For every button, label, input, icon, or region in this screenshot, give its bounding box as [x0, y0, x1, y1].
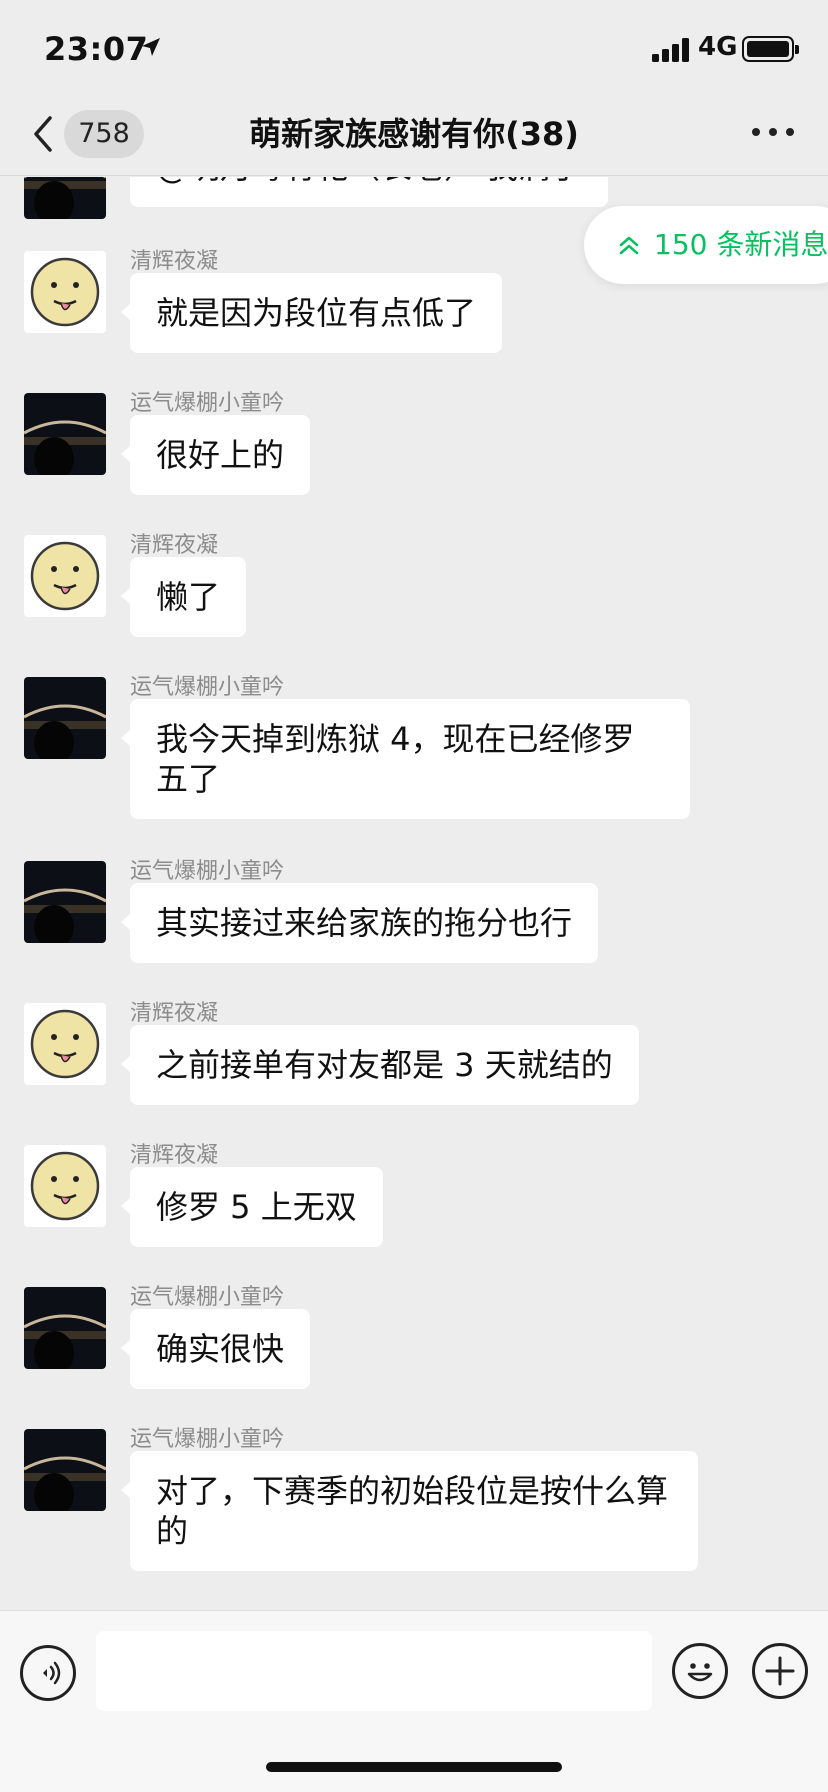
emoji-icon[interactable]: [672, 1643, 728, 1699]
message-bubble[interactable]: 之前接单有对友都是 3 天就结的: [121, 1025, 639, 1105]
status-time: 23:07: [44, 30, 149, 68]
message-bubble[interactable]: 我今天掉到炼狱 4，现在已经修罗五了: [121, 699, 690, 819]
sender-name: 清辉夜凝: [130, 1001, 219, 1026]
message-bubble[interactable]: 就是因为段位有点低了: [120, 273, 503, 353]
chat-title: 萌新家族感谢有你(38): [249, 115, 579, 153]
avatar[interactable]: [24, 535, 106, 617]
more-dots-icon[interactable]: [750, 128, 796, 140]
avatar[interactable]: [24, 1145, 106, 1227]
back-chevron-icon[interactable]: [28, 112, 60, 156]
avatar[interactable]: [24, 177, 106, 219]
avatar[interactable]: [24, 1287, 106, 1369]
sender-name: 清辉夜凝: [130, 533, 219, 558]
network-type: 4G: [698, 32, 738, 62]
avatar[interactable]: [24, 677, 106, 759]
avatar[interactable]: [24, 1003, 106, 1085]
new-messages-label: 150 条新消息: [654, 228, 828, 261]
sender-name: 运气爆棚小童吟: [130, 1427, 285, 1452]
sender-name: 运气爆棚小童吟: [130, 1285, 285, 1310]
voice-icon[interactable]: [20, 1645, 76, 1701]
sender-name: 清辉夜凝: [130, 1143, 219, 1168]
chat-screen: 23:07 4G 758 萌新家族感谢有你(38) 清辉夜凝 就是因为段位有点低…: [0, 0, 828, 1792]
avatar[interactable]: [24, 251, 106, 333]
sender-name: 运气爆棚小童吟: [130, 675, 285, 700]
message-bubble[interactable]: 懒了: [120, 557, 247, 637]
home-indicator[interactable]: [266, 1762, 562, 1772]
status-bar: 23:07 4G: [0, 0, 828, 100]
nav-bar: 758 萌新家族感谢有你(38): [0, 100, 828, 176]
message-input[interactable]: [96, 1631, 652, 1711]
sender-name: 运气爆棚小童吟: [130, 859, 285, 884]
unread-count-badge[interactable]: 758: [64, 110, 144, 158]
message-list[interactable]: @明月每有乾（长老） 我满了 清辉夜凝 就是因为段位有点低了 运气爆棚小童吟 很…: [0, 177, 828, 1610]
avatar[interactable]: [24, 861, 106, 943]
battery-icon: [742, 36, 799, 62]
sender-name: 运气爆棚小童吟: [130, 391, 285, 416]
signal-icon: [652, 38, 692, 62]
message-bubble[interactable]: 其实接过来给家族的拖分也行: [120, 883, 599, 963]
message-bubble[interactable]: @明月每有乾（长老） 我满了: [130, 177, 609, 207]
double-chevron-up-icon: [619, 236, 639, 255]
message-bubble[interactable]: 修罗 5 上无双: [121, 1167, 383, 1247]
message-bubble[interactable]: 很好上的: [120, 415, 311, 495]
sender-name: 清辉夜凝: [130, 249, 219, 274]
plus-icon[interactable]: [752, 1643, 808, 1699]
avatar[interactable]: [24, 1429, 106, 1511]
location-arrow-icon: [142, 38, 160, 56]
new-messages-button[interactable]: 150 条新消息: [584, 206, 828, 284]
message-bubble[interactable]: 确实很快: [120, 1309, 311, 1389]
message-bubble[interactable]: 对了，下赛季的初始段位是按什么算的: [121, 1451, 698, 1571]
avatar[interactable]: [24, 393, 106, 475]
